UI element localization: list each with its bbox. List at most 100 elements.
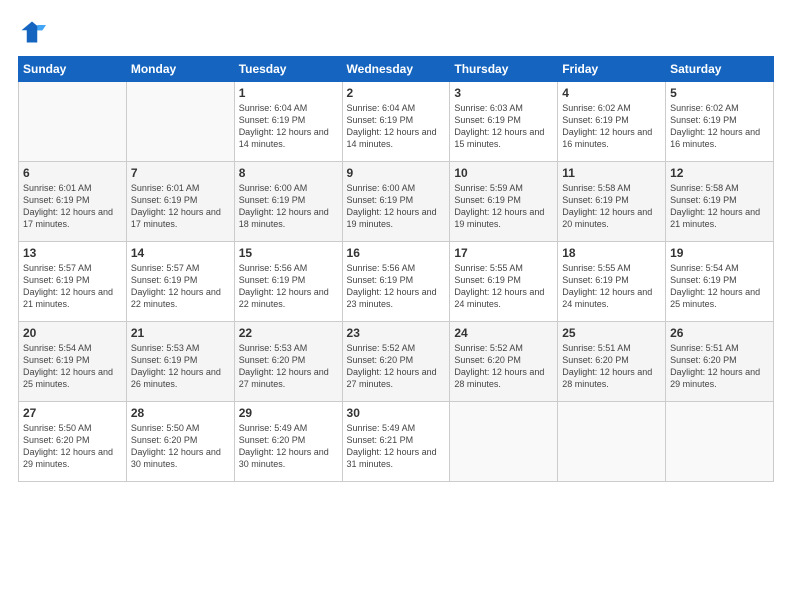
day-number: 6	[23, 166, 122, 180]
day-cell	[666, 402, 774, 482]
day-number: 14	[131, 246, 230, 260]
day-info: Sunrise: 5:56 AM Sunset: 6:19 PM Dayligh…	[239, 262, 338, 311]
day-cell: 24 Sunrise: 5:52 AM Sunset: 6:20 PM Dayli…	[450, 322, 558, 402]
day-cell	[19, 82, 127, 162]
week-row-4: 27 Sunrise: 5:50 AM Sunset: 6:20 PM Dayli…	[19, 402, 774, 482]
day-number: 22	[239, 326, 338, 340]
day-info: Sunrise: 6:04 AM Sunset: 6:19 PM Dayligh…	[347, 102, 446, 151]
day-cell: 10 Sunrise: 5:59 AM Sunset: 6:19 PM Dayli…	[450, 162, 558, 242]
day-cell: 30 Sunrise: 5:49 AM Sunset: 6:21 PM Dayli…	[342, 402, 450, 482]
day-info: Sunrise: 5:57 AM Sunset: 6:19 PM Dayligh…	[131, 262, 230, 311]
day-info: Sunrise: 6:00 AM Sunset: 6:19 PM Dayligh…	[347, 182, 446, 231]
logo-icon	[18, 18, 46, 46]
day-number: 11	[562, 166, 661, 180]
day-number: 23	[347, 326, 446, 340]
day-number: 21	[131, 326, 230, 340]
calendar-table: SundayMondayTuesdayWednesdayThursdayFrid…	[18, 56, 774, 482]
week-row-3: 20Sunrise: 5:54 AM Sunset: 6:19 PM Dayli…	[19, 322, 774, 402]
day-number: 20	[23, 326, 122, 340]
day-info: Sunrise: 5:50 AM Sunset: 6:20 PM Dayligh…	[131, 422, 230, 471]
page: SundayMondayTuesdayWednesdayThursdayFrid…	[0, 0, 792, 612]
day-number: 12	[670, 166, 769, 180]
day-info: Sunrise: 5:53 AM Sunset: 6:19 PM Dayligh…	[131, 342, 230, 391]
day-info: Sunrise: 5:56 AM Sunset: 6:19 PM Dayligh…	[347, 262, 446, 311]
day-info: Sunrise: 6:01 AM Sunset: 6:19 PM Dayligh…	[23, 182, 122, 231]
day-cell: 12 Sunrise: 5:58 AM Sunset: 6:19 PM Dayli…	[666, 162, 774, 242]
day-info: Sunrise: 5:51 AM Sunset: 6:20 PM Dayligh…	[670, 342, 769, 391]
day-info: Sunrise: 6:00 AM Sunset: 6:19 PM Dayligh…	[239, 182, 338, 231]
day-info: Sunrise: 5:51 AM Sunset: 6:20 PM Dayligh…	[562, 342, 661, 391]
col-header-wednesday: Wednesday	[342, 57, 450, 82]
day-info: Sunrise: 5:57 AM Sunset: 6:19 PM Dayligh…	[23, 262, 122, 311]
day-cell: 25 Sunrise: 5:51 AM Sunset: 6:20 PM Dayli…	[558, 322, 666, 402]
day-number: 1	[239, 86, 338, 100]
col-header-monday: Monday	[126, 57, 234, 82]
day-number: 19	[670, 246, 769, 260]
day-info: Sunrise: 5:52 AM Sunset: 6:20 PM Dayligh…	[454, 342, 553, 391]
week-row-0: 1 Sunrise: 6:04 AM Sunset: 6:19 PM Daylig…	[19, 82, 774, 162]
day-cell: 2 Sunrise: 6:04 AM Sunset: 6:19 PM Daylig…	[342, 82, 450, 162]
day-cell: 1 Sunrise: 6:04 AM Sunset: 6:19 PM Daylig…	[234, 82, 342, 162]
day-cell: 28 Sunrise: 5:50 AM Sunset: 6:20 PM Dayli…	[126, 402, 234, 482]
header-row: SundayMondayTuesdayWednesdayThursdayFrid…	[19, 57, 774, 82]
week-row-1: 6 Sunrise: 6:01 AM Sunset: 6:19 PM Daylig…	[19, 162, 774, 242]
day-info: Sunrise: 5:52 AM Sunset: 6:20 PM Dayligh…	[347, 342, 446, 391]
day-cell: 3Sunrise: 6:03 AM Sunset: 6:19 PM Daylig…	[450, 82, 558, 162]
day-info: Sunrise: 5:59 AM Sunset: 6:19 PM Dayligh…	[454, 182, 553, 231]
day-number: 5	[670, 86, 769, 100]
day-info: Sunrise: 5:55 AM Sunset: 6:19 PM Dayligh…	[562, 262, 661, 311]
day-number: 8	[239, 166, 338, 180]
day-number: 26	[670, 326, 769, 340]
day-info: Sunrise: 6:03 AM Sunset: 6:19 PM Dayligh…	[454, 102, 553, 151]
day-number: 18	[562, 246, 661, 260]
day-number: 17	[454, 246, 553, 260]
week-row-2: 13 Sunrise: 5:57 AM Sunset: 6:19 PM Dayli…	[19, 242, 774, 322]
day-info: Sunrise: 5:53 AM Sunset: 6:20 PM Dayligh…	[239, 342, 338, 391]
day-number: 2	[347, 86, 446, 100]
col-header-thursday: Thursday	[450, 57, 558, 82]
day-cell: 15 Sunrise: 5:56 AM Sunset: 6:19 PM Dayli…	[234, 242, 342, 322]
day-info: Sunrise: 5:50 AM Sunset: 6:20 PM Dayligh…	[23, 422, 122, 471]
col-header-saturday: Saturday	[666, 57, 774, 82]
day-cell	[126, 82, 234, 162]
day-number: 10	[454, 166, 553, 180]
day-number: 16	[347, 246, 446, 260]
logo	[18, 18, 50, 46]
day-cell: 11 Sunrise: 5:58 AM Sunset: 6:19 PM Dayli…	[558, 162, 666, 242]
day-number: 27	[23, 406, 122, 420]
day-number: 24	[454, 326, 553, 340]
day-info: Sunrise: 6:02 AM Sunset: 6:19 PM Dayligh…	[670, 102, 769, 151]
day-number: 28	[131, 406, 230, 420]
day-cell: 26 Sunrise: 5:51 AM Sunset: 6:20 PM Dayli…	[666, 322, 774, 402]
col-header-tuesday: Tuesday	[234, 57, 342, 82]
day-info: Sunrise: 5:58 AM Sunset: 6:19 PM Dayligh…	[562, 182, 661, 231]
day-cell: 8 Sunrise: 6:00 AM Sunset: 6:19 PM Daylig…	[234, 162, 342, 242]
day-number: 9	[347, 166, 446, 180]
col-header-sunday: Sunday	[19, 57, 127, 82]
day-cell: 23 Sunrise: 5:52 AM Sunset: 6:20 PM Dayli…	[342, 322, 450, 402]
day-info: Sunrise: 6:01 AM Sunset: 6:19 PM Dayligh…	[131, 182, 230, 231]
day-cell: 22 Sunrise: 5:53 AM Sunset: 6:20 PM Dayli…	[234, 322, 342, 402]
day-cell	[450, 402, 558, 482]
day-info: Sunrise: 6:04 AM Sunset: 6:19 PM Dayligh…	[239, 102, 338, 151]
day-info: Sunrise: 5:49 AM Sunset: 6:20 PM Dayligh…	[239, 422, 338, 471]
day-cell: 19 Sunrise: 5:54 AM Sunset: 6:19 PM Dayli…	[666, 242, 774, 322]
day-info: Sunrise: 5:54 AM Sunset: 6:19 PM Dayligh…	[670, 262, 769, 311]
day-cell: 7 Sunrise: 6:01 AM Sunset: 6:19 PM Daylig…	[126, 162, 234, 242]
day-cell: 14 Sunrise: 5:57 AM Sunset: 6:19 PM Dayli…	[126, 242, 234, 322]
day-number: 7	[131, 166, 230, 180]
day-cell: 17 Sunrise: 5:55 AM Sunset: 6:19 PM Dayli…	[450, 242, 558, 322]
day-cell: 29 Sunrise: 5:49 AM Sunset: 6:20 PM Dayli…	[234, 402, 342, 482]
day-info: Sunrise: 5:49 AM Sunset: 6:21 PM Dayligh…	[347, 422, 446, 471]
day-number: 29	[239, 406, 338, 420]
day-info: Sunrise: 5:55 AM Sunset: 6:19 PM Dayligh…	[454, 262, 553, 311]
day-cell	[558, 402, 666, 482]
day-number: 13	[23, 246, 122, 260]
day-cell: 5 Sunrise: 6:02 AM Sunset: 6:19 PM Daylig…	[666, 82, 774, 162]
day-cell: 6 Sunrise: 6:01 AM Sunset: 6:19 PM Daylig…	[19, 162, 127, 242]
day-number: 30	[347, 406, 446, 420]
day-number: 25	[562, 326, 661, 340]
day-number: 15	[239, 246, 338, 260]
day-cell: 20Sunrise: 5:54 AM Sunset: 6:19 PM Dayli…	[19, 322, 127, 402]
day-info: Sunrise: 5:58 AM Sunset: 6:19 PM Dayligh…	[670, 182, 769, 231]
